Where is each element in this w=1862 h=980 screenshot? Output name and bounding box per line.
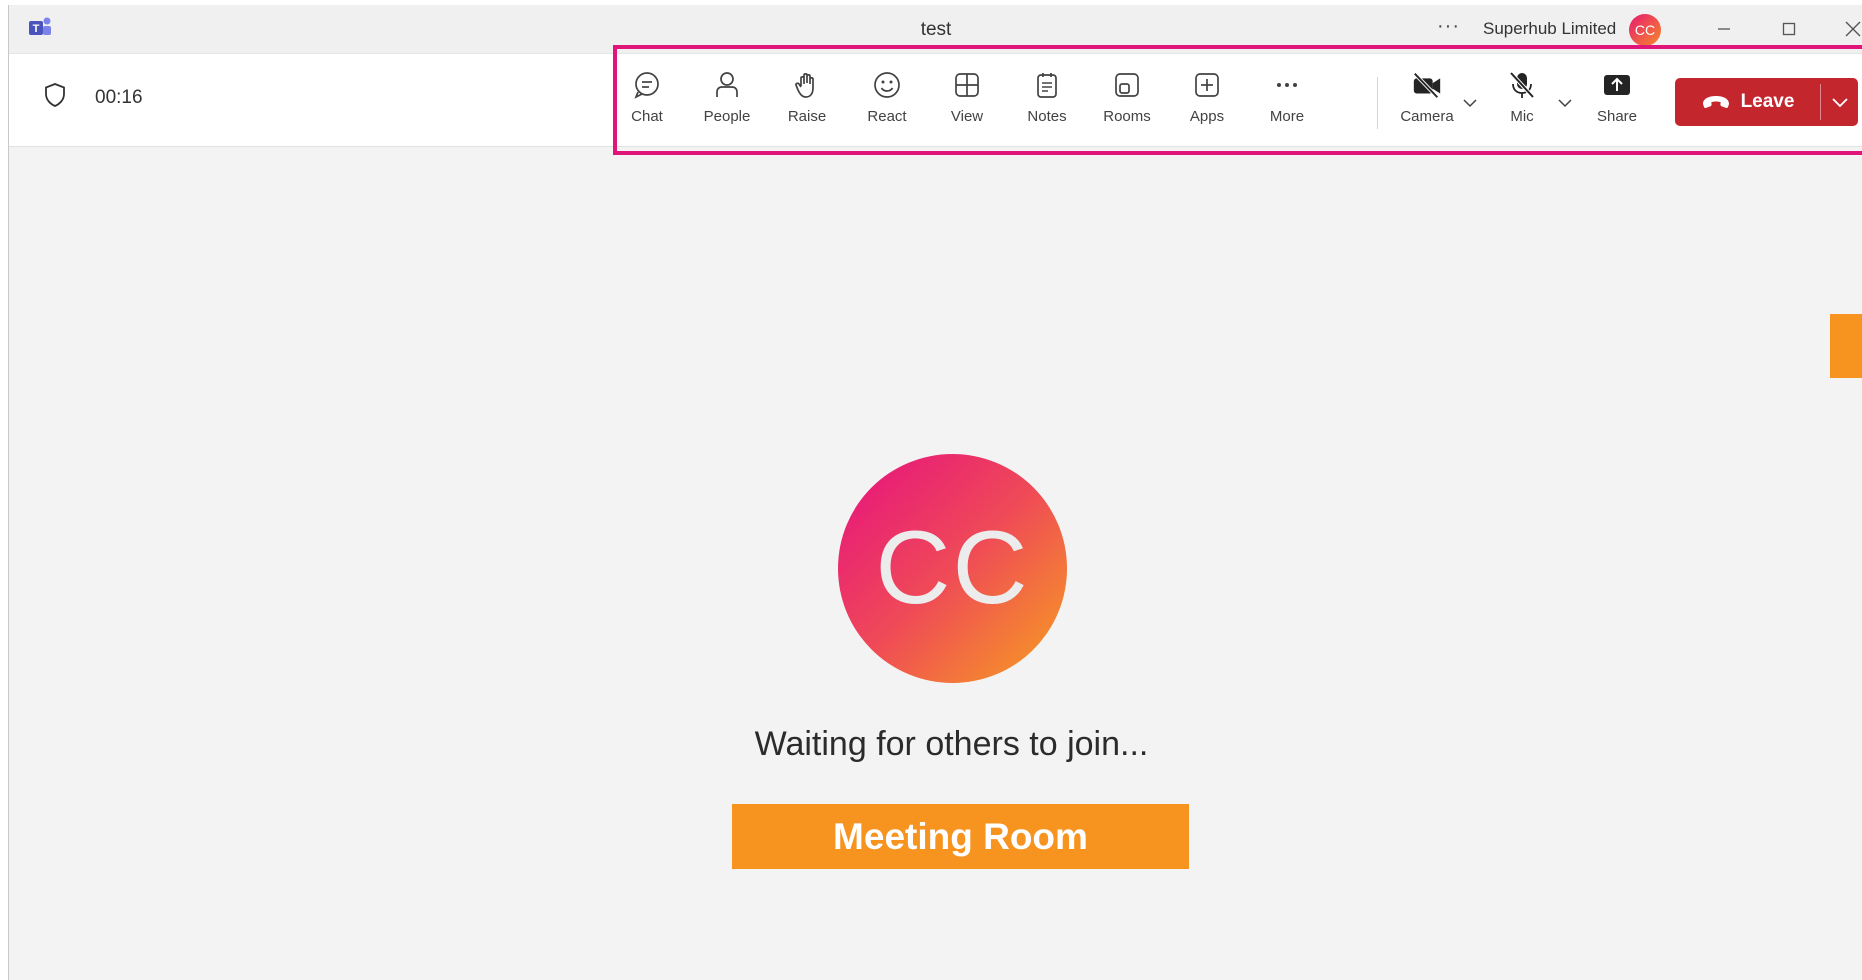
participant-avatar: CC <box>838 454 1067 683</box>
leave-label: Leave <box>1740 91 1795 112</box>
notes-icon <box>1031 69 1063 101</box>
mic-button[interactable]: Mic <box>1482 69 1562 141</box>
grid-view-icon <box>951 69 983 101</box>
profile-avatar[interactable]: CC <box>1629 14 1661 46</box>
maximize-button[interactable] <box>1769 13 1809 45</box>
rooms-button[interactable]: Rooms <box>1087 69 1167 141</box>
rooms-icon <box>1111 69 1143 101</box>
chat-label: Chat <box>631 108 663 125</box>
side-orange-tab <box>1830 314 1862 378</box>
react-button[interactable]: React <box>847 69 927 141</box>
leave-button[interactable]: Leave <box>1675 78 1858 126</box>
phone-hangup-icon <box>1702 96 1729 108</box>
share-screen-icon <box>1601 69 1633 101</box>
shield-icon[interactable] <box>43 82 67 113</box>
mic-off-icon <box>1506 69 1538 101</box>
more-button[interactable]: More <box>1247 69 1327 141</box>
share-label: Share <box>1596 108 1638 125</box>
title-bar: T test ··· Superhub Limited CC <box>9 5 1862 54</box>
teams-meeting-window: T test ··· Superhub Limited CC 00:16 Cha… <box>8 5 1862 980</box>
raise-label: Raise <box>787 108 827 125</box>
rooms-label: Rooms <box>1103 108 1151 125</box>
toolbar-divider <box>1377 77 1378 129</box>
leave-options-chevron-down-icon[interactable] <box>1821 78 1858 126</box>
camera-button[interactable]: Camera <box>1387 69 1467 141</box>
smiley-icon <box>871 69 903 101</box>
title-more-options-icon[interactable]: ··· <box>1437 15 1460 38</box>
waiting-message: Waiting for others to join... <box>754 725 1149 763</box>
view-label: View <box>950 108 984 125</box>
camera-off-icon <box>1411 69 1443 101</box>
mic-options-chevron-down-icon[interactable] <box>1555 93 1575 113</box>
raise-hand-button[interactable]: Raise <box>767 69 847 141</box>
minimize-button[interactable] <box>1704 13 1744 45</box>
more-label: More <box>1269 108 1305 125</box>
apps-button[interactable]: Apps <box>1167 69 1247 141</box>
leave-main[interactable]: Leave <box>1675 78 1820 126</box>
mic-label: Mic <box>1510 108 1534 125</box>
people-icon <box>711 69 743 101</box>
notes-button[interactable]: Notes <box>1007 69 1087 141</box>
minimize-icon <box>1718 28 1730 30</box>
meeting-room-label: Meeting Room <box>732 804 1189 869</box>
notes-label: Notes <box>1027 108 1067 125</box>
view-button[interactable]: View <box>927 69 1007 141</box>
close-window-button[interactable] <box>1833 13 1862 45</box>
meeting-timer: 00:16 <box>95 87 143 108</box>
close-icon <box>1845 21 1861 37</box>
people-button[interactable]: People <box>687 69 767 141</box>
apps-label: Apps <box>1189 108 1225 125</box>
share-button[interactable]: Share <box>1577 69 1657 141</box>
tenant-name[interactable]: Superhub Limited <box>1483 19 1616 39</box>
apps-plus-icon <box>1191 69 1223 101</box>
camera-label: Camera <box>1400 108 1454 125</box>
chat-button[interactable]: Chat <box>607 69 687 141</box>
camera-options-chevron-down-icon[interactable] <box>1460 93 1480 113</box>
maximize-icon <box>1782 22 1796 36</box>
react-label: React <box>867 108 907 125</box>
raise-hand-icon <box>791 69 823 101</box>
more-dots-icon <box>1271 69 1303 101</box>
chat-icon <box>631 69 663 101</box>
people-label: People <box>703 108 751 125</box>
